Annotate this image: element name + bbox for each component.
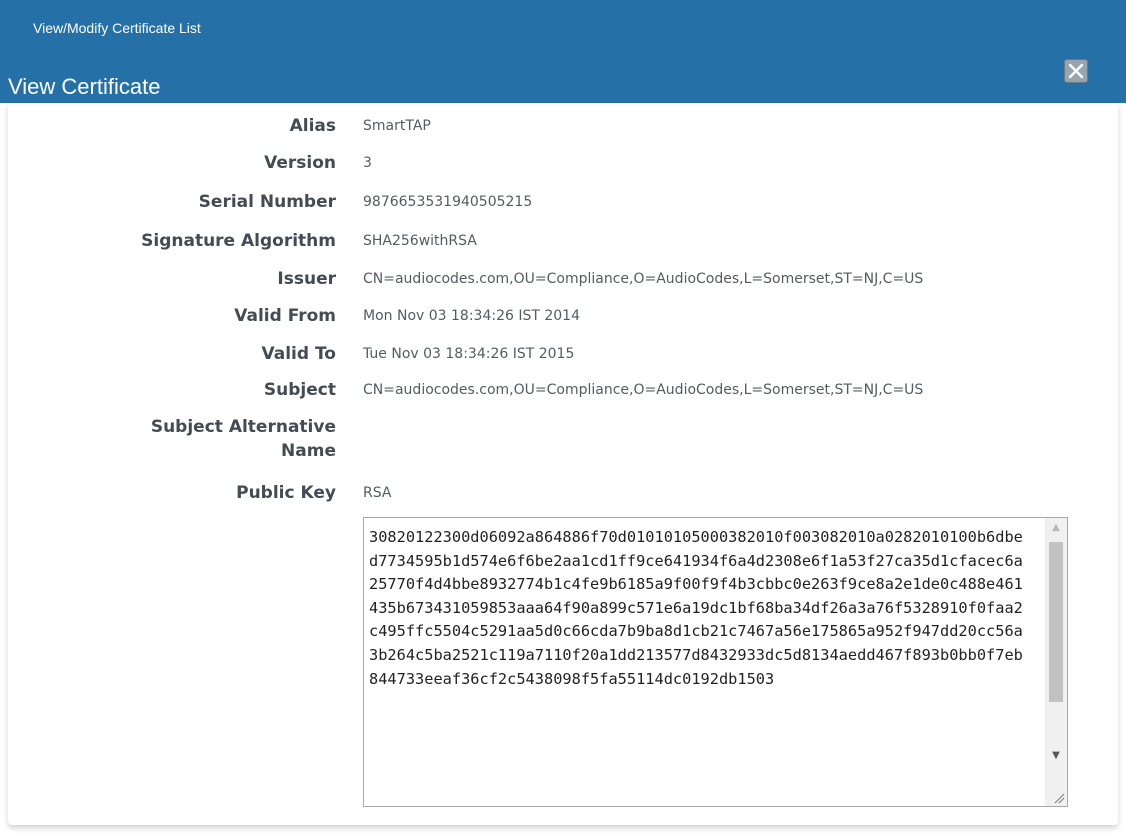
field-value: SHA256withRSA: [363, 233, 477, 249]
field-value: Tue Nov 03 18:34:26 IST 2015: [363, 346, 575, 362]
field-row-signature-algorithm: Signature Algorithm SHA256withRSA: [8, 229, 1118, 267]
close-icon: [1068, 63, 1084, 79]
title-bar: View/Modify Certificate List View Certif…: [0, 0, 1126, 103]
field-row-valid-to: Valid To Tue Nov 03 18:34:26 IST 2015: [8, 342, 1118, 380]
public-key-hex: 30820122300d06092a864886f70d010101050003…: [369, 528, 1023, 688]
scroll-down-icon[interactable]: ▼: [1045, 746, 1067, 766]
field-value: 3: [363, 155, 372, 171]
field-row-serial-number: Serial Number 9876653531940505215: [8, 190, 1118, 228]
field-label: Issuer: [277, 269, 336, 289]
field-label: Subject Alternative Name: [150, 417, 336, 461]
field-value: RSA: [363, 485, 392, 501]
field-row-subject-alternative-name: Subject Alternative Name: [8, 415, 1118, 471]
app-title: View/Modify Certificate List: [33, 20, 201, 36]
field-value: Mon Nov 03 18:34:26 IST 2014: [363, 308, 580, 324]
close-button[interactable]: [1064, 59, 1088, 83]
scrollbar-thumb[interactable]: [1049, 542, 1063, 702]
field-row-public-key: Public Key RSA: [8, 481, 1118, 519]
field-value: CN=audiocodes.com,OU=Compliance,O=AudioC…: [363, 271, 924, 287]
field-row-alias: Alias SmartTAP: [8, 114, 1118, 152]
field-row-valid-from: Valid From Mon Nov 03 18:34:26 IST 2014: [8, 304, 1118, 342]
field-label: Signature Algorithm: [141, 231, 336, 251]
field-value: SmartTAP: [363, 118, 431, 134]
field-label: Alias: [289, 116, 336, 136]
field-value: 9876653531940505215: [363, 194, 533, 210]
field-label: Subject: [263, 380, 336, 400]
dialog-title: View Certificate: [8, 74, 161, 99]
field-row-subject: Subject CN=audiocodes.com,OU=Compliance,…: [8, 378, 1118, 416]
field-label: Public Key: [236, 483, 336, 503]
vertical-scrollbar[interactable]: ▲ ▼: [1045, 518, 1067, 806]
certificate-panel: Alias SmartTAP Version 3 Serial Number 9…: [8, 103, 1118, 825]
field-row-issuer: Issuer CN=audiocodes.com,OU=Compliance,O…: [8, 267, 1118, 305]
field-label: Valid From: [234, 306, 336, 326]
field-label: Version: [264, 153, 336, 173]
field-row-version: Version 3: [8, 151, 1118, 189]
public-key-textarea[interactable]: 30820122300d06092a864886f70d010101050003…: [363, 517, 1068, 807]
field-label: Serial Number: [198, 192, 336, 212]
field-value: CN=audiocodes.com,OU=Compliance,O=AudioC…: [363, 382, 924, 398]
scroll-up-icon[interactable]: ▲: [1045, 518, 1067, 538]
resize-grip-icon[interactable]: [1051, 790, 1065, 804]
field-label: Valid To: [261, 344, 336, 364]
